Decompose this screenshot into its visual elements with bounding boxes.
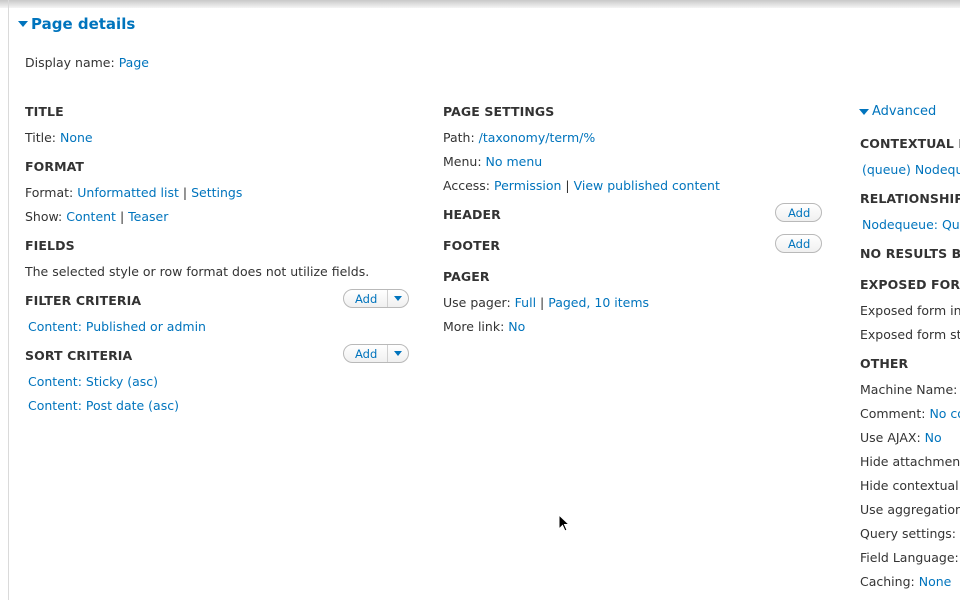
more-link-label: More link: (443, 319, 505, 334)
show-label: Show: (25, 209, 63, 224)
show-mode-link[interactable]: Teaser (128, 209, 168, 224)
machine-name-row: Machine Name: p (860, 382, 960, 397)
title-row: Title: None (25, 130, 93, 145)
use-pager-row: Use pager: Full | Paged, 10 items (443, 295, 649, 310)
filter-add-label: Add (344, 290, 389, 307)
page-settings-heading: PAGE SETTINGS (443, 104, 555, 119)
aggregation-label: Use aggregation: (860, 502, 960, 517)
access-permission-link[interactable]: View published content (574, 178, 720, 193)
dropdown-caret-icon[interactable] (388, 351, 408, 356)
caching-link[interactable]: None (919, 574, 952, 589)
format-settings-link[interactable]: Settings (191, 185, 242, 200)
header-add-label: Add (788, 205, 811, 220)
footer-add-button[interactable]: Add (775, 234, 823, 253)
sort-item: Content: Post date (asc) (28, 398, 179, 413)
use-pager-label: Use pager: (443, 295, 511, 310)
filter-criteria-heading: FILTER CRITERIA (25, 293, 142, 308)
use-pager-separator: | (540, 295, 545, 310)
format-label: Format: (25, 185, 74, 200)
exposed-form-in: Exposed form in (860, 303, 960, 318)
format-separator: | (182, 185, 188, 200)
menu-label: Menu: (443, 154, 482, 169)
path-row: Path: /taxonomy/term/% (443, 130, 595, 145)
pager-heading: PAGER (443, 269, 490, 284)
fieldset-border (8, 0, 9, 600)
page-details-legend: Page details (31, 15, 136, 33)
format-heading: FORMAT (25, 159, 85, 174)
pager-items-link[interactable]: Paged, 10 items (548, 295, 649, 310)
contextual-item-link[interactable]: (queue) Nodeque (862, 162, 960, 177)
ajax-label: Use AJAX: (860, 430, 921, 445)
relationship-item-link[interactable]: Nodequeue: Que (862, 217, 960, 232)
filter-item: Content: Published or admin (28, 319, 206, 334)
access-label: Access: (443, 178, 491, 193)
title-heading: TITLE (25, 104, 64, 119)
mouse-pointer-icon (558, 514, 570, 532)
exposed-form-style: Exposed form sty (860, 327, 960, 342)
page-details-toggle[interactable]: Page details (18, 15, 135, 33)
show-row: Show: Content | Teaser (25, 209, 168, 224)
advanced-label: Advanced (872, 104, 937, 119)
display-name-label: Display name: (25, 55, 115, 70)
query-settings-label: Query settings: (860, 526, 957, 541)
caching-label: Caching: (860, 574, 915, 589)
ajax-link[interactable]: No (925, 430, 942, 445)
more-link-link[interactable]: No (508, 319, 525, 334)
menu-link[interactable]: No menu (486, 154, 543, 169)
field-language-label: Field Language: (860, 550, 959, 565)
filter-add-button[interactable]: Add (343, 289, 410, 308)
fields-note: The selected style or row format does no… (25, 264, 370, 279)
relationships-heading: RELATIONSHIPS (860, 191, 960, 206)
footer-add-label: Add (788, 236, 811, 251)
dropdown-caret-icon[interactable] (388, 296, 408, 301)
footer-heading: FOOTER (443, 238, 501, 253)
machine-name-label: Machine Name: (860, 382, 958, 397)
sort-add-label: Add (344, 345, 389, 362)
title-link[interactable]: None (60, 130, 93, 145)
sort-item-link[interactable]: Content: Post date (asc) (28, 398, 179, 413)
comment-link[interactable]: No co (929, 406, 960, 421)
no-results-heading: NO RESULTS BEH (860, 246, 960, 261)
show-separator: | (119, 209, 125, 224)
relationship-item: Nodequeue: Que (862, 217, 960, 232)
header-heading: HEADER (443, 207, 501, 222)
display-name-row: Display name: Page (25, 55, 149, 70)
display-name-link[interactable]: Page (119, 55, 149, 70)
fields-heading: FIELDS (25, 238, 75, 253)
path-link[interactable]: /taxonomy/term/% (479, 130, 596, 145)
collapse-triangle-icon (859, 108, 869, 115)
caching-row: Caching: None (860, 574, 951, 589)
sort-add-button[interactable]: Add (343, 344, 410, 363)
title-label: Title: (25, 130, 56, 145)
sort-item: Content: Sticky (asc) (28, 374, 158, 389)
exposed-form-heading: EXPOSED FORM (860, 277, 960, 292)
show-link[interactable]: Content (66, 209, 116, 224)
field-language-row: Field Language: C (860, 550, 960, 565)
access-row: Access: Permission | View published cont… (443, 178, 720, 193)
access-link[interactable]: Permission (494, 178, 561, 193)
path-label: Path: (443, 130, 475, 145)
use-pager-link[interactable]: Full (515, 295, 536, 310)
ajax-row: Use AJAX: No (860, 430, 942, 445)
comment-label: Comment: (860, 406, 926, 421)
format-link[interactable]: Unformatted list (77, 185, 179, 200)
contextual-item: (queue) Nodeque (862, 162, 960, 177)
access-separator: | (565, 178, 570, 193)
sort-item-link[interactable]: Content: Sticky (asc) (28, 374, 158, 389)
format-row: Format: Unformatted list | Settings (25, 185, 242, 200)
other-heading: OTHER (860, 356, 909, 371)
menu-row: Menu: No menu (443, 154, 542, 169)
hide-contextual-label: Hide contextual l (860, 478, 960, 493)
filter-item-link[interactable]: Content: Published or admin (28, 319, 206, 334)
more-link-row: More link: No (443, 319, 525, 334)
hide-attachments-label: Hide attachments (860, 454, 960, 469)
header-add-button[interactable]: Add (775, 203, 823, 222)
query-settings-row: Query settings: S (860, 526, 960, 541)
sort-criteria-heading: SORT CRITERIA (25, 348, 133, 363)
collapse-triangle-icon (18, 21, 28, 27)
comment-row: Comment: No co (860, 406, 960, 421)
top-shadow-bar (0, 0, 960, 8)
contextual-filters-heading: CONTEXTUAL FI (860, 136, 960, 151)
advanced-toggle[interactable]: Advanced (859, 104, 936, 119)
